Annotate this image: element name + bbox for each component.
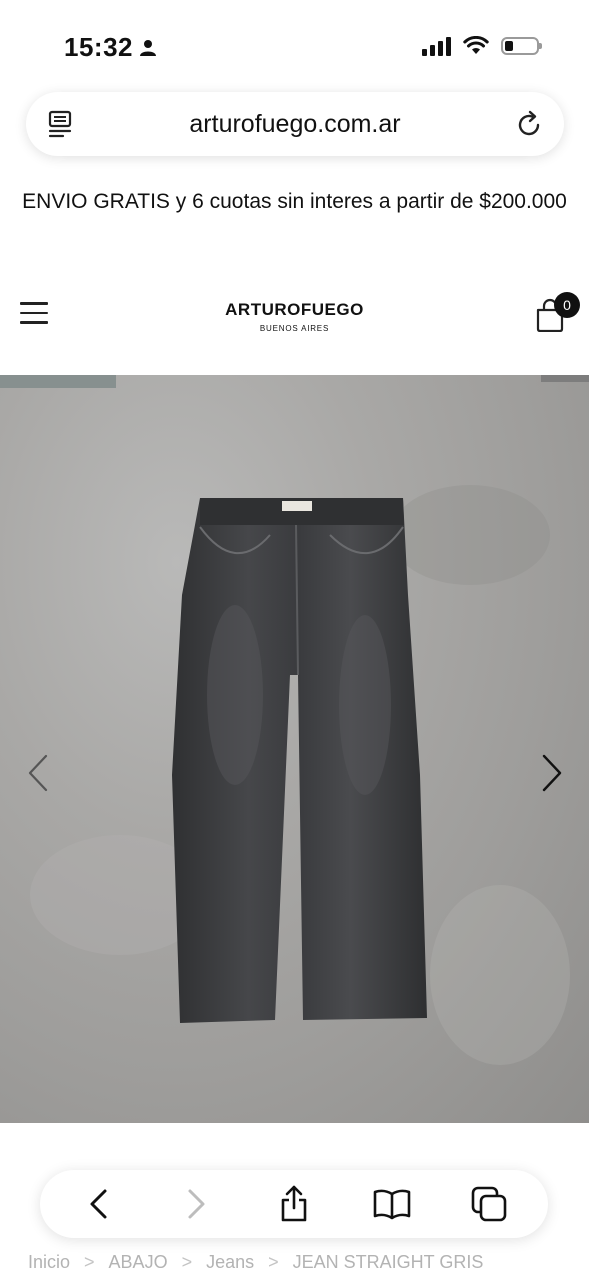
- breadcrumb-separator: >: [84, 1252, 95, 1272]
- bookmarks-icon: [373, 1189, 410, 1220]
- breadcrumb-item-inicio[interactable]: Inicio: [28, 1252, 70, 1273]
- back-button[interactable]: [76, 1181, 122, 1227]
- reader-icon[interactable]: [44, 108, 76, 140]
- brand-name: ARTUROFUEGO: [225, 300, 364, 319]
- breadcrumb-item-abajo[interactable]: ABAJO: [109, 1252, 168, 1273]
- promo-banner: ENVIO GRATIS y 6 cuotas sin interes a pa…: [22, 190, 567, 213]
- site-header: ARTUROFUEGO BUENOS AIRES 0: [0, 280, 589, 350]
- address-bar[interactable]: arturofuego.com.ar: [26, 92, 564, 156]
- browser-toolbar: [40, 1170, 548, 1238]
- brand-logo[interactable]: ARTUROFUEGO BUENOS AIRES: [0, 300, 589, 333]
- tabs-icon: [471, 1186, 507, 1222]
- person-icon: [140, 39, 156, 56]
- breadcrumb-item-jeans[interactable]: Jeans: [206, 1252, 254, 1273]
- cart-count-badge: 0: [554, 292, 580, 318]
- bookmarks-button[interactable]: [369, 1181, 415, 1227]
- status-indicators: [422, 36, 542, 56]
- share-icon: [281, 1185, 307, 1222]
- tabs-button[interactable]: [466, 1181, 512, 1227]
- breadcrumb-separator: >: [181, 1252, 193, 1272]
- battery-icon: [501, 37, 542, 55]
- reload-icon[interactable]: [514, 108, 546, 140]
- product-image-carousel[interactable]: [0, 375, 589, 1123]
- next-image-arrow[interactable]: [534, 753, 570, 793]
- forward-button[interactable]: [173, 1181, 219, 1227]
- breadcrumb-separator: >: [268, 1252, 279, 1272]
- share-button[interactable]: [271, 1181, 317, 1227]
- status-bar: 15:32: [0, 0, 589, 90]
- signal-icon: [422, 36, 451, 56]
- breadcrumb: Inicio > ABAJO > Jeans > JEAN STRAIGHT G…: [28, 1252, 483, 1273]
- breadcrumb-item-current: JEAN STRAIGHT GRIS: [292, 1252, 484, 1272]
- jeans-photo: [30, 485, 570, 1065]
- clock: 15:32: [64, 32, 133, 62]
- url-text[interactable]: arturofuego.com.ar: [76, 110, 514, 139]
- brand-tagline: BUENOS AIRES: [259, 324, 330, 333]
- prev-image-arrow[interactable]: [22, 753, 58, 793]
- wifi-icon: [463, 36, 489, 54]
- forward-icon: [188, 1189, 205, 1219]
- back-icon: [90, 1189, 107, 1219]
- status-time: 15:32: [64, 32, 157, 63]
